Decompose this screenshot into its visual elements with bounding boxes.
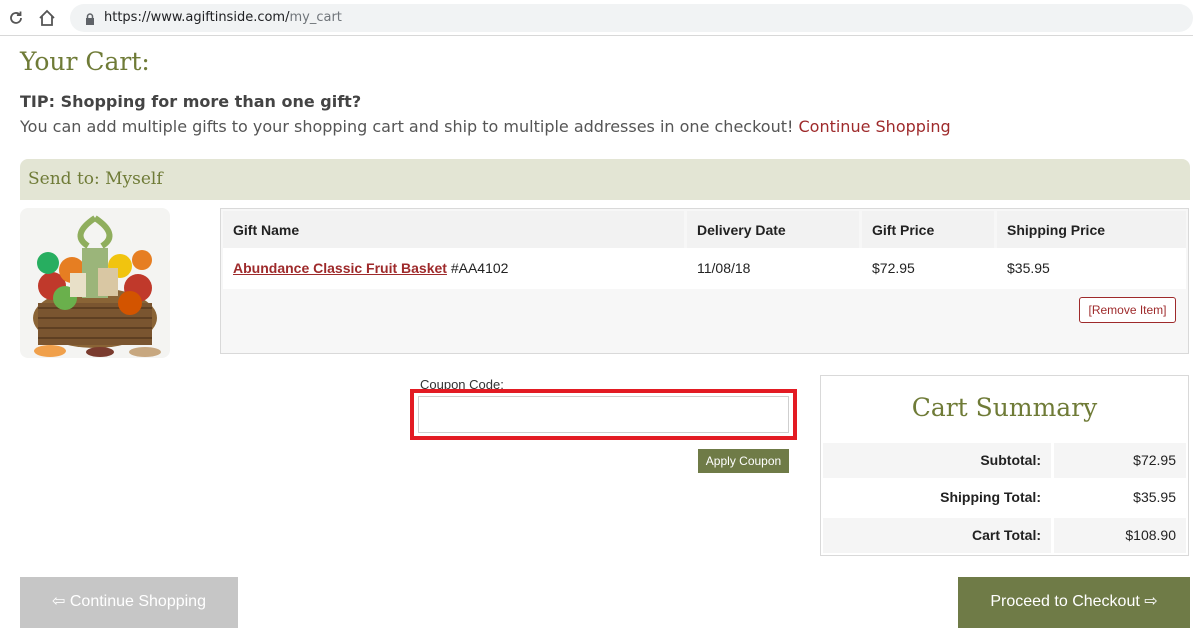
cart-summary-title: Cart Summary — [911, 393, 1098, 422]
header-delivery-date: Delivery Date — [687, 211, 859, 248]
gift-name-link[interactable]: Abundance Classic Fruit Basket — [233, 260, 447, 276]
proceed-to-checkout-button[interactable]: Proceed to Checkout ⇨ — [958, 577, 1190, 628]
subtotal-label: Subtotal: — [823, 443, 1051, 478]
shipping-price-cell: $35.95 — [1007, 260, 1050, 276]
recipient-header: Send to: Myself — [20, 159, 1190, 200]
gift-sku: #AA4102 — [450, 260, 509, 276]
summary-row-subtotal: Subtotal: $72.95 — [823, 443, 1186, 478]
browser-toolbar: https://www.agiftinside.com/my_cart — [0, 0, 1193, 36]
table-header: Gift Name Delivery Date Gift Price Shipp… — [223, 211, 1186, 248]
summary-row-cart-total: Cart Total: $108.90 — [823, 518, 1186, 553]
cart-total-label: Cart Total: — [823, 518, 1051, 553]
coupon-code-input[interactable] — [418, 396, 789, 433]
product-image[interactable] — [20, 208, 170, 358]
tip-title: TIP: Shopping for more than one gift? — [20, 92, 362, 111]
reload-icon[interactable] — [6, 8, 26, 28]
remove-item-button[interactable]: [Remove Item] — [1079, 297, 1176, 323]
lock-icon — [84, 12, 96, 25]
recipient-label: Send to: Myself — [28, 169, 163, 189]
header-shipping-price: Shipping Price — [997, 211, 1186, 248]
cart-total-value: $108.90 — [1054, 518, 1186, 553]
header-gift-price: Gift Price — [862, 211, 994, 248]
shipping-total-label: Shipping Total: — [940, 489, 1041, 505]
continue-shopping-button[interactable]: ⇦ Continue Shopping — [20, 577, 238, 628]
summary-row-shipping: Shipping Total: $35.95 — [823, 480, 1186, 515]
delivery-date-cell: 11/08/18 — [697, 260, 751, 276]
url-path: my_cart — [289, 10, 342, 25]
cart-summary: Cart Summary Subtotal: $72.95 Shipping T… — [820, 375, 1189, 556]
header-gift-name: Gift Name — [223, 211, 684, 248]
gift-name-cell: Abundance Classic Fruit Basket #AA4102 — [223, 248, 684, 289]
url-text: https://www.agiftinside.com/my_cart — [104, 10, 342, 25]
tip-text: You can add multiple gifts to your shopp… — [20, 117, 951, 136]
url-host: https://www.agiftinside.com/ — [104, 10, 290, 25]
tip-text-body: You can add multiple gifts to your shopp… — [20, 117, 794, 136]
table-row: Abundance Classic Fruit Basket #AA4102 1… — [223, 248, 1186, 289]
home-icon[interactable] — [37, 8, 57, 28]
address-bar[interactable]: https://www.agiftinside.com/my_cart — [70, 4, 1193, 32]
continue-shopping-link[interactable]: Continue Shopping — [798, 117, 950, 136]
cart-items-table: Gift Name Delivery Date Gift Price Shipp… — [220, 208, 1189, 354]
apply-coupon-button[interactable]: Apply Coupon — [698, 449, 789, 473]
gift-price-cell: $72.95 — [872, 260, 915, 276]
shipping-total-value: $35.95 — [1133, 489, 1176, 505]
page-title: Your Cart: — [20, 47, 150, 76]
subtotal-value: $72.95 — [1054, 443, 1186, 478]
